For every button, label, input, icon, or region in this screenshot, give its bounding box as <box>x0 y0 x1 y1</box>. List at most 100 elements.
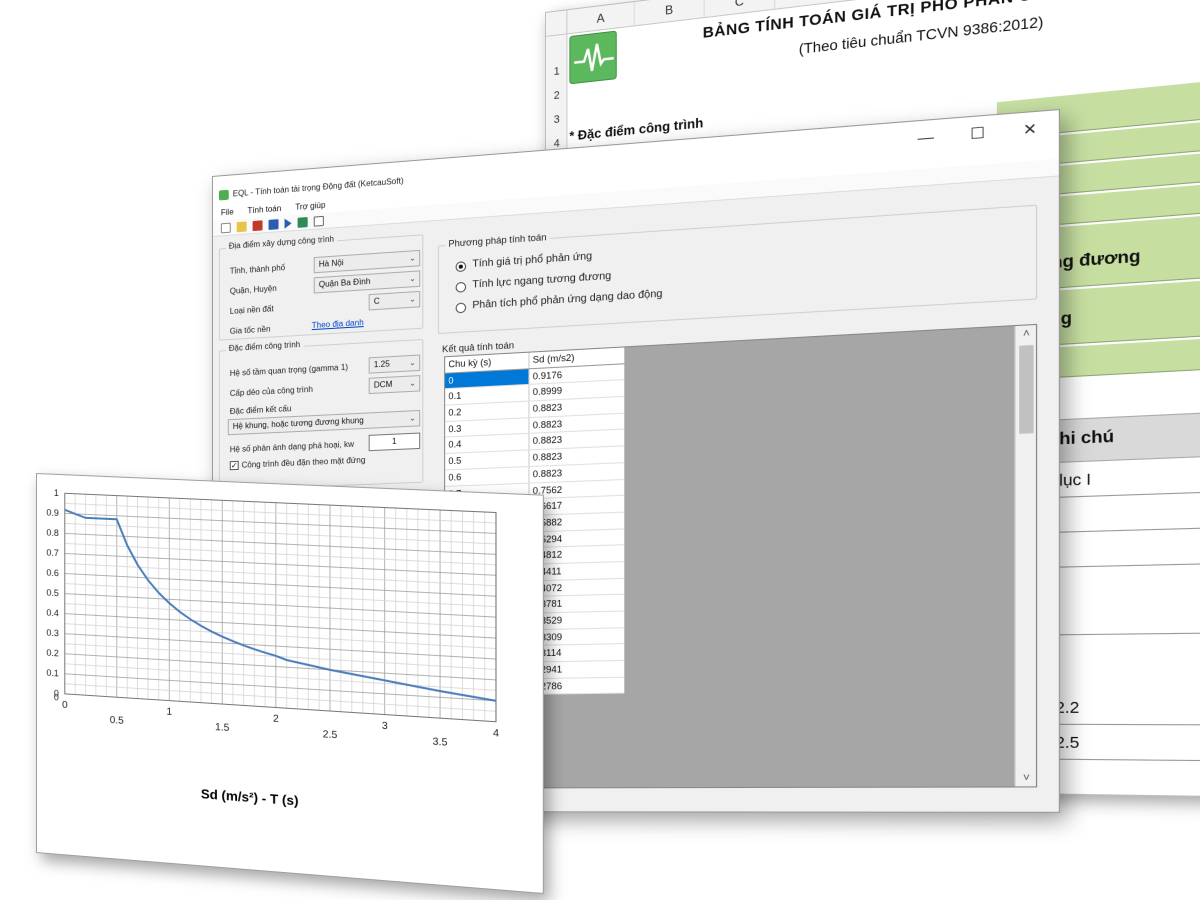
column-b[interactable]: B <box>635 0 704 25</box>
grid-line-horizontal <box>65 584 496 607</box>
chevron-down-icon: ⌄ <box>409 292 416 307</box>
close-icon[interactable]: ✕ <box>1006 113 1054 145</box>
district-value: Quận Ba Đình <box>319 277 371 289</box>
kw-label: Hệ số phản ánh dạng phá hoại, kw <box>230 440 354 455</box>
group-title: Địa điểm xây dựng công trình <box>226 234 337 251</box>
vertical-scrollbar[interactable]: ˄ ˅ <box>1014 325 1036 786</box>
ductility-value: DCM <box>374 380 393 390</box>
grid-line-horizontal <box>65 604 496 628</box>
soil-label: Loại nền đất <box>230 304 274 316</box>
copy-icon[interactable] <box>314 215 324 226</box>
grid-line-horizontal <box>65 563 496 585</box>
importance-select[interactable]: 1.25 ⌄ <box>369 355 421 374</box>
grid-line-horizontal <box>65 553 496 575</box>
accel-label: Gia tốc nền <box>230 324 271 335</box>
grid-line-horizontal <box>65 543 496 564</box>
column-a[interactable]: A <box>567 2 635 33</box>
grid-line-horizontal <box>65 674 496 701</box>
y-tick-label: 0.6 <box>46 568 58 579</box>
grid-line-horizontal <box>65 513 496 533</box>
maximize-icon[interactable]: ☐ <box>954 117 1001 149</box>
x-tick-label: 0.5 <box>110 715 124 727</box>
y-tick-label: 0.5 <box>46 588 58 599</box>
menu-file[interactable]: File <box>221 205 234 220</box>
ductility-select[interactable]: DCM ⌄ <box>369 375 421 394</box>
group-title: Phương pháp tính toán <box>445 232 550 250</box>
soil-select[interactable]: C ⌄ <box>369 291 421 311</box>
location-group: Địa điểm xây dựng công trình Tỉnh, thành… <box>219 234 423 340</box>
chevron-down-icon: ⌄ <box>409 411 416 426</box>
y-tick-label: 0.9 <box>46 507 58 518</box>
run-icon[interactable] <box>285 218 292 229</box>
chart-svg: 00.511.522.533.54000.10.20.30.40.50.60.7… <box>37 474 545 895</box>
ductility-label: Cấp dẻo của công trình <box>230 385 313 398</box>
province-select[interactable]: Hà Nội ⌄ <box>314 250 420 273</box>
y-tick-label: 0 <box>54 688 59 698</box>
x-tick-label: 3.5 <box>433 736 448 749</box>
period-cell[interactable]: 0.6 <box>445 467 529 486</box>
y-tick-label: 0.3 <box>46 628 58 639</box>
district-select[interactable]: Quận Ba Đình ⌄ <box>314 270 420 293</box>
province-label: Tỉnh, thành phố <box>230 263 285 276</box>
x-tick-label: 0 <box>62 700 68 711</box>
method-option-label: Tính giá trị phổ phản ứng <box>472 251 592 270</box>
importance-value: 1.25 <box>374 359 390 369</box>
importance-label: Hệ số tầm quan trọng (gamma 1) <box>230 363 348 378</box>
y-tick-label: 0.2 <box>46 648 58 659</box>
select-all-corner[interactable] <box>546 10 567 36</box>
district-label: Quận, Huyện <box>230 284 277 296</box>
regular-checkbox[interactable]: ✓ <box>230 461 239 470</box>
y-tick-label: 0.1 <box>46 668 58 679</box>
kw-input[interactable]: 1 <box>369 433 421 452</box>
chevron-down-icon: ⌄ <box>409 272 416 287</box>
structure-value: Hệ khung, hoặc tương đương khung <box>233 416 364 431</box>
x-tick-label: 2.5 <box>323 729 338 741</box>
grid-line-horizontal <box>65 594 496 618</box>
row-2[interactable]: 2 <box>546 89 567 103</box>
method-option-label: Tính lực ngang tương đương <box>472 270 611 290</box>
scroll-up-icon[interactable]: ˄ <box>1016 327 1038 340</box>
save-icon[interactable] <box>269 219 279 230</box>
method-group: Phương pháp tính toán Tính giá trị phổ p… <box>438 205 1037 334</box>
y-tick-label: 0.7 <box>46 547 58 558</box>
scroll-thumb[interactable] <box>1019 345 1033 434</box>
grid-line-horizontal <box>65 634 496 659</box>
new-file-icon[interactable] <box>221 222 231 233</box>
building-group: Đặc điểm công trình Hệ số tầm quan trọng… <box>219 339 423 491</box>
x-tick-label: 3 <box>382 721 388 733</box>
heartbeat-icon <box>569 31 616 85</box>
x-tick-label: 1.5 <box>215 722 230 734</box>
open-folder-icon[interactable] <box>237 221 247 232</box>
grid-line-horizontal <box>65 624 496 649</box>
spectrum-chart: 0 0.5 1 1.5 2 2.5 3 3.5 4 0 0 0.1 0.2 0.3 0.4 0.5 0.6 0.7… <box>36 473 544 894</box>
grid-line-horizontal <box>65 503 496 523</box>
scroll-down-icon[interactable]: ˅ <box>1016 772 1038 784</box>
accel-link[interactable]: Theo địa danh <box>312 318 364 330</box>
grid-line-horizontal <box>65 523 496 544</box>
soil-value: C <box>374 297 380 307</box>
row-1[interactable]: 1 <box>546 64 567 78</box>
chart-axes: 00.511.522.533.54000.10.20.30.40.50.60.7… <box>46 487 499 752</box>
method-radio-lateral[interactable] <box>456 282 466 293</box>
x-tick-label: 4 <box>493 728 500 740</box>
chevron-down-icon: ⌄ <box>409 356 416 371</box>
app-icon <box>219 190 229 201</box>
method-radio-spectrum[interactable] <box>456 261 466 272</box>
y-tick-label: 1 <box>54 488 59 498</box>
x-tick-label: 2 <box>273 713 279 725</box>
row-3[interactable]: 3 <box>546 113 567 127</box>
minimize-icon[interactable]: — <box>902 121 949 153</box>
method-option-label: Phân tích phổ phản ứng dạng dao động <box>472 288 662 311</box>
x-tick-label: 1 <box>166 706 172 718</box>
structure-label: Đặc điểm kết cấu <box>230 404 292 416</box>
y-tick-label: 0.4 <box>46 608 58 619</box>
column-d[interactable]: D <box>776 0 849 9</box>
x-axis-label: Sd (m/s²) - T (s) <box>201 786 299 809</box>
grid-line-horizontal <box>65 664 496 691</box>
export-excel-icon[interactable] <box>298 217 308 228</box>
chart-grid <box>65 493 496 721</box>
edit-icon[interactable] <box>253 220 263 231</box>
chevron-down-icon: ⌄ <box>409 376 416 391</box>
column-c[interactable]: C <box>705 0 776 17</box>
method-radio-modal[interactable] <box>456 302 466 313</box>
